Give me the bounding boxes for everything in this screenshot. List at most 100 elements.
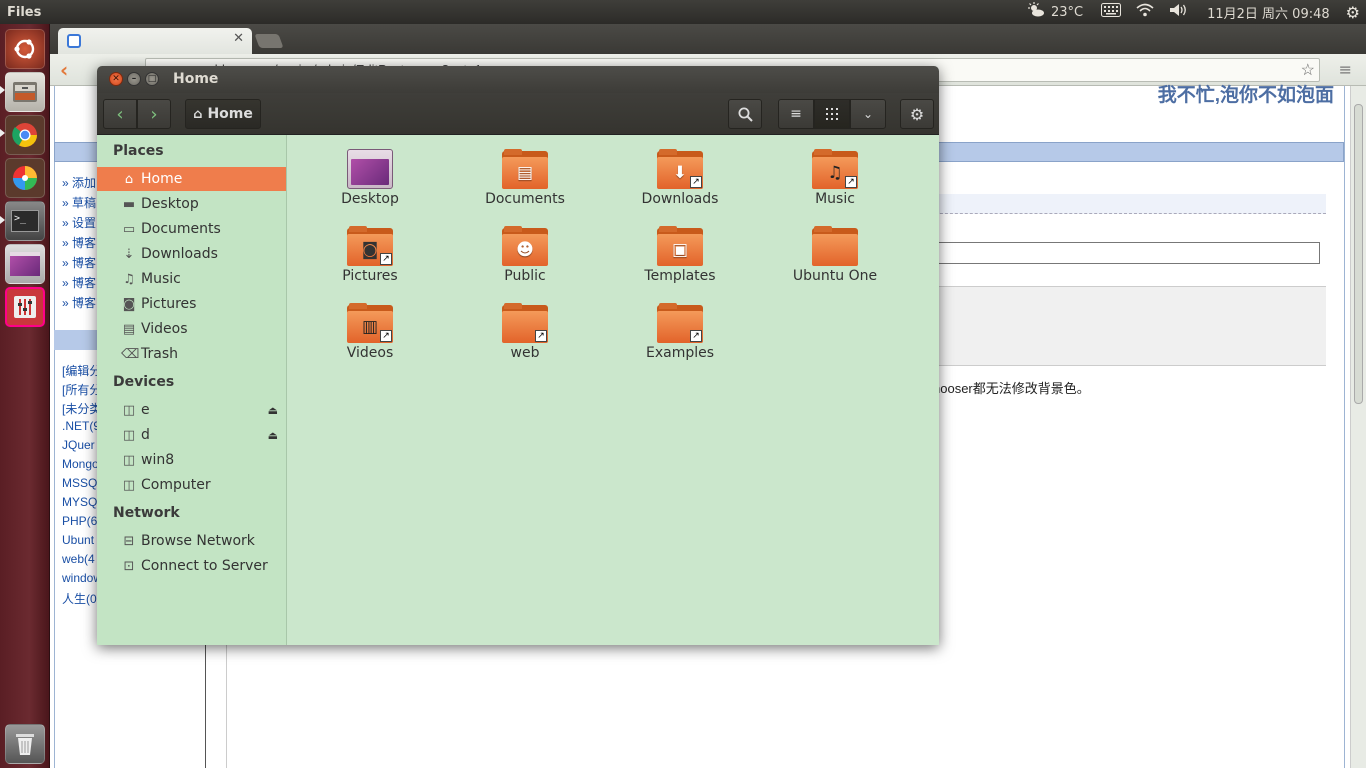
scrollbar-thumb[interactable] <box>1354 104 1363 404</box>
menu-icon[interactable]: ≡ <box>1339 60 1352 79</box>
weather-temperature[interactable]: 23°C <box>1051 5 1083 20</box>
music-icon: ♫ <box>123 271 135 287</box>
documents-folder-icon: ▤ <box>502 149 548 189</box>
file-item-pictures[interactable]: ◙ ↗ Pictures <box>310 226 430 284</box>
file-item-templates[interactable]: ▣ Templates <box>620 226 740 284</box>
path-home-button[interactable]: ⌂ Home <box>185 99 261 129</box>
back-arrow-icon[interactable]: ‹ <box>60 58 68 82</box>
settings-gear-icon[interactable]: ⚙ <box>1346 3 1360 22</box>
sidebar-item-pictures[interactable]: ◙ Pictures <box>97 292 286 316</box>
file-item-web[interactable]: ↗ web <box>465 303 585 361</box>
bookmark-star-icon[interactable]: ☆ <box>1301 60 1315 80</box>
sidebar-item-label: Connect to Server <box>141 558 268 574</box>
favicon-icon <box>67 34 81 48</box>
vertical-scrollbar[interactable] <box>1350 86 1366 768</box>
back-button[interactable]: ‹ <box>103 99 137 129</box>
maximize-button[interactable]: □ <box>145 72 159 86</box>
list-view-button[interactable]: ≡ <box>778 99 814 129</box>
view-options-button[interactable]: ⌄ <box>850 99 886 129</box>
sidebar: Places ⌂ Home ▬ Desktop ▭ Documents ⇣ Downlo… <box>97 135 287 645</box>
search-button[interactable] <box>728 99 762 129</box>
sidebar-item-desktop[interactable]: ▬ Desktop <box>97 192 286 216</box>
file-item-documents[interactable]: ▤ Documents <box>465 149 585 207</box>
computer-icon: ◫ <box>122 477 136 493</box>
sidebar-item-computer[interactable]: ◫ Computer <box>97 473 286 497</box>
system-settings-icon[interactable] <box>5 287 45 327</box>
tab-close-icon[interactable]: ✕ <box>233 31 244 46</box>
settings-button[interactable]: ⚙ <box>900 99 934 129</box>
link-folder-icon: ↗ <box>657 303 703 343</box>
sidebar-item-connect-server[interactable]: ⊡ Connect to Server <box>97 554 286 578</box>
sidebar-item-trash[interactable]: ⌫ Trash <box>97 342 286 366</box>
network-header: Network <box>113 505 180 521</box>
sidebar-item-label: Computer <box>141 477 211 493</box>
ubuntu-dash-icon[interactable] <box>5 29 45 69</box>
file-item-label: Downloads <box>641 191 719 207</box>
file-item-label: Examples <box>645 345 715 361</box>
sidebar-item-label: Desktop <box>141 196 199 212</box>
file-item-public[interactable]: ☻ Public <box>465 226 585 284</box>
window-titlebar[interactable]: ✕ – □ Home <box>97 66 939 93</box>
back-icon: ‹ <box>116 103 124 125</box>
left-divider-bar <box>54 330 101 350</box>
file-item-ubuntu-one[interactable]: Ubuntu One <box>775 226 895 284</box>
eject-icon[interactable]: ⏏ <box>268 429 278 442</box>
path-home-label: Home <box>207 106 253 122</box>
top-panel: Files 23°C 11月2日 周六 09:48 ⚙ <box>0 0 1366 24</box>
file-item-desktop[interactable]: Desktop <box>310 149 430 207</box>
sidebar-item-videos[interactable]: ▤ Videos <box>97 317 286 341</box>
weather-icon[interactable] <box>1027 2 1045 22</box>
file-item-music[interactable]: ♫ ↗ Music <box>775 149 895 207</box>
pictures-icon: ◙ <box>122 296 136 312</box>
drive-icon: ◫ <box>122 427 136 443</box>
files-icon[interactable] <box>5 72 45 112</box>
launcher: >_ <box>0 24 50 768</box>
clock[interactable]: 11月2日 周六 09:48 <box>1207 3 1330 22</box>
desktop-icon[interactable] <box>5 244 45 284</box>
sidebar-item-music[interactable]: ♫ Music <box>97 267 286 291</box>
file-item-label: Desktop <box>341 191 399 207</box>
eject-icon[interactable]: ⏏ <box>268 404 278 417</box>
terminal-icon[interactable]: >_ <box>5 201 45 241</box>
search-icon <box>738 107 753 122</box>
file-item-label: Ubuntu One <box>792 268 878 284</box>
music-folder-icon: ♫ ↗ <box>812 149 858 189</box>
trash-icon[interactable] <box>5 724 45 764</box>
sidebar-item-label: win8 <box>141 452 175 468</box>
wifi-icon[interactable] <box>1135 3 1155 21</box>
files-window: ✕ – □ Home ‹ › ⌂ Home ≡ ⌄ ⚙ Places ⌂ Hom… <box>97 66 939 645</box>
downloads-icon: ⇣ <box>123 246 135 262</box>
chrome-icon[interactable] <box>5 115 45 155</box>
files-toolbar: ‹ › ⌂ Home ≡ ⌄ ⚙ <box>97 93 939 135</box>
sidebar-item-documents[interactable]: ▭ Documents <box>97 217 286 241</box>
new-tab-button[interactable] <box>254 34 284 48</box>
keyboard-icon[interactable] <box>1101 3 1122 21</box>
file-item-examples[interactable]: ↗ Examples <box>620 303 740 361</box>
volume-icon[interactable] <box>1169 3 1189 21</box>
sidebar-item-home[interactable]: ⌂ Home <box>97 167 286 191</box>
browser-tab[interactable]: ✕ <box>58 28 252 54</box>
devices-header: Devices <box>113 374 175 390</box>
file-item-label: Music <box>815 191 855 207</box>
color-wheel-icon[interactable] <box>5 158 45 198</box>
grid-view-button[interactable] <box>814 99 850 129</box>
sidebar-item-browse-network[interactable]: ⊟ Browse Network <box>97 529 286 553</box>
sidebar-item-downloads[interactable]: ⇣ Downloads <box>97 242 286 266</box>
file-item-label: Videos <box>346 345 394 361</box>
pictures-folder-icon: ◙ ↗ <box>347 226 393 266</box>
sidebar-item-device-e[interactable]: ◫ e ⏏ <box>97 398 286 422</box>
file-item-downloads[interactable]: ⬇ ↗ Downloads <box>620 149 740 207</box>
form-dashed-row <box>930 194 1326 214</box>
active-app-name: Files <box>7 4 42 20</box>
page-header-text: 我不忙,泡你不如泡面 <box>1157 85 1334 106</box>
close-button[interactable]: ✕ <box>109 72 123 86</box>
minimize-button[interactable]: – <box>127 72 141 86</box>
title-input[interactable] <box>930 242 1320 264</box>
sidebar-item-device-win8[interactable]: ◫ win8 <box>97 448 286 472</box>
file-item-videos[interactable]: ▥ ↗ Videos <box>310 303 430 361</box>
forward-button[interactable]: › <box>137 99 171 129</box>
file-item-label: Documents <box>485 191 565 207</box>
sidebar-item-device-d[interactable]: ◫ d ⏏ <box>97 423 286 447</box>
sidebar-item-label: Home <box>141 171 183 187</box>
sidebar-item-label: Pictures <box>141 296 197 312</box>
